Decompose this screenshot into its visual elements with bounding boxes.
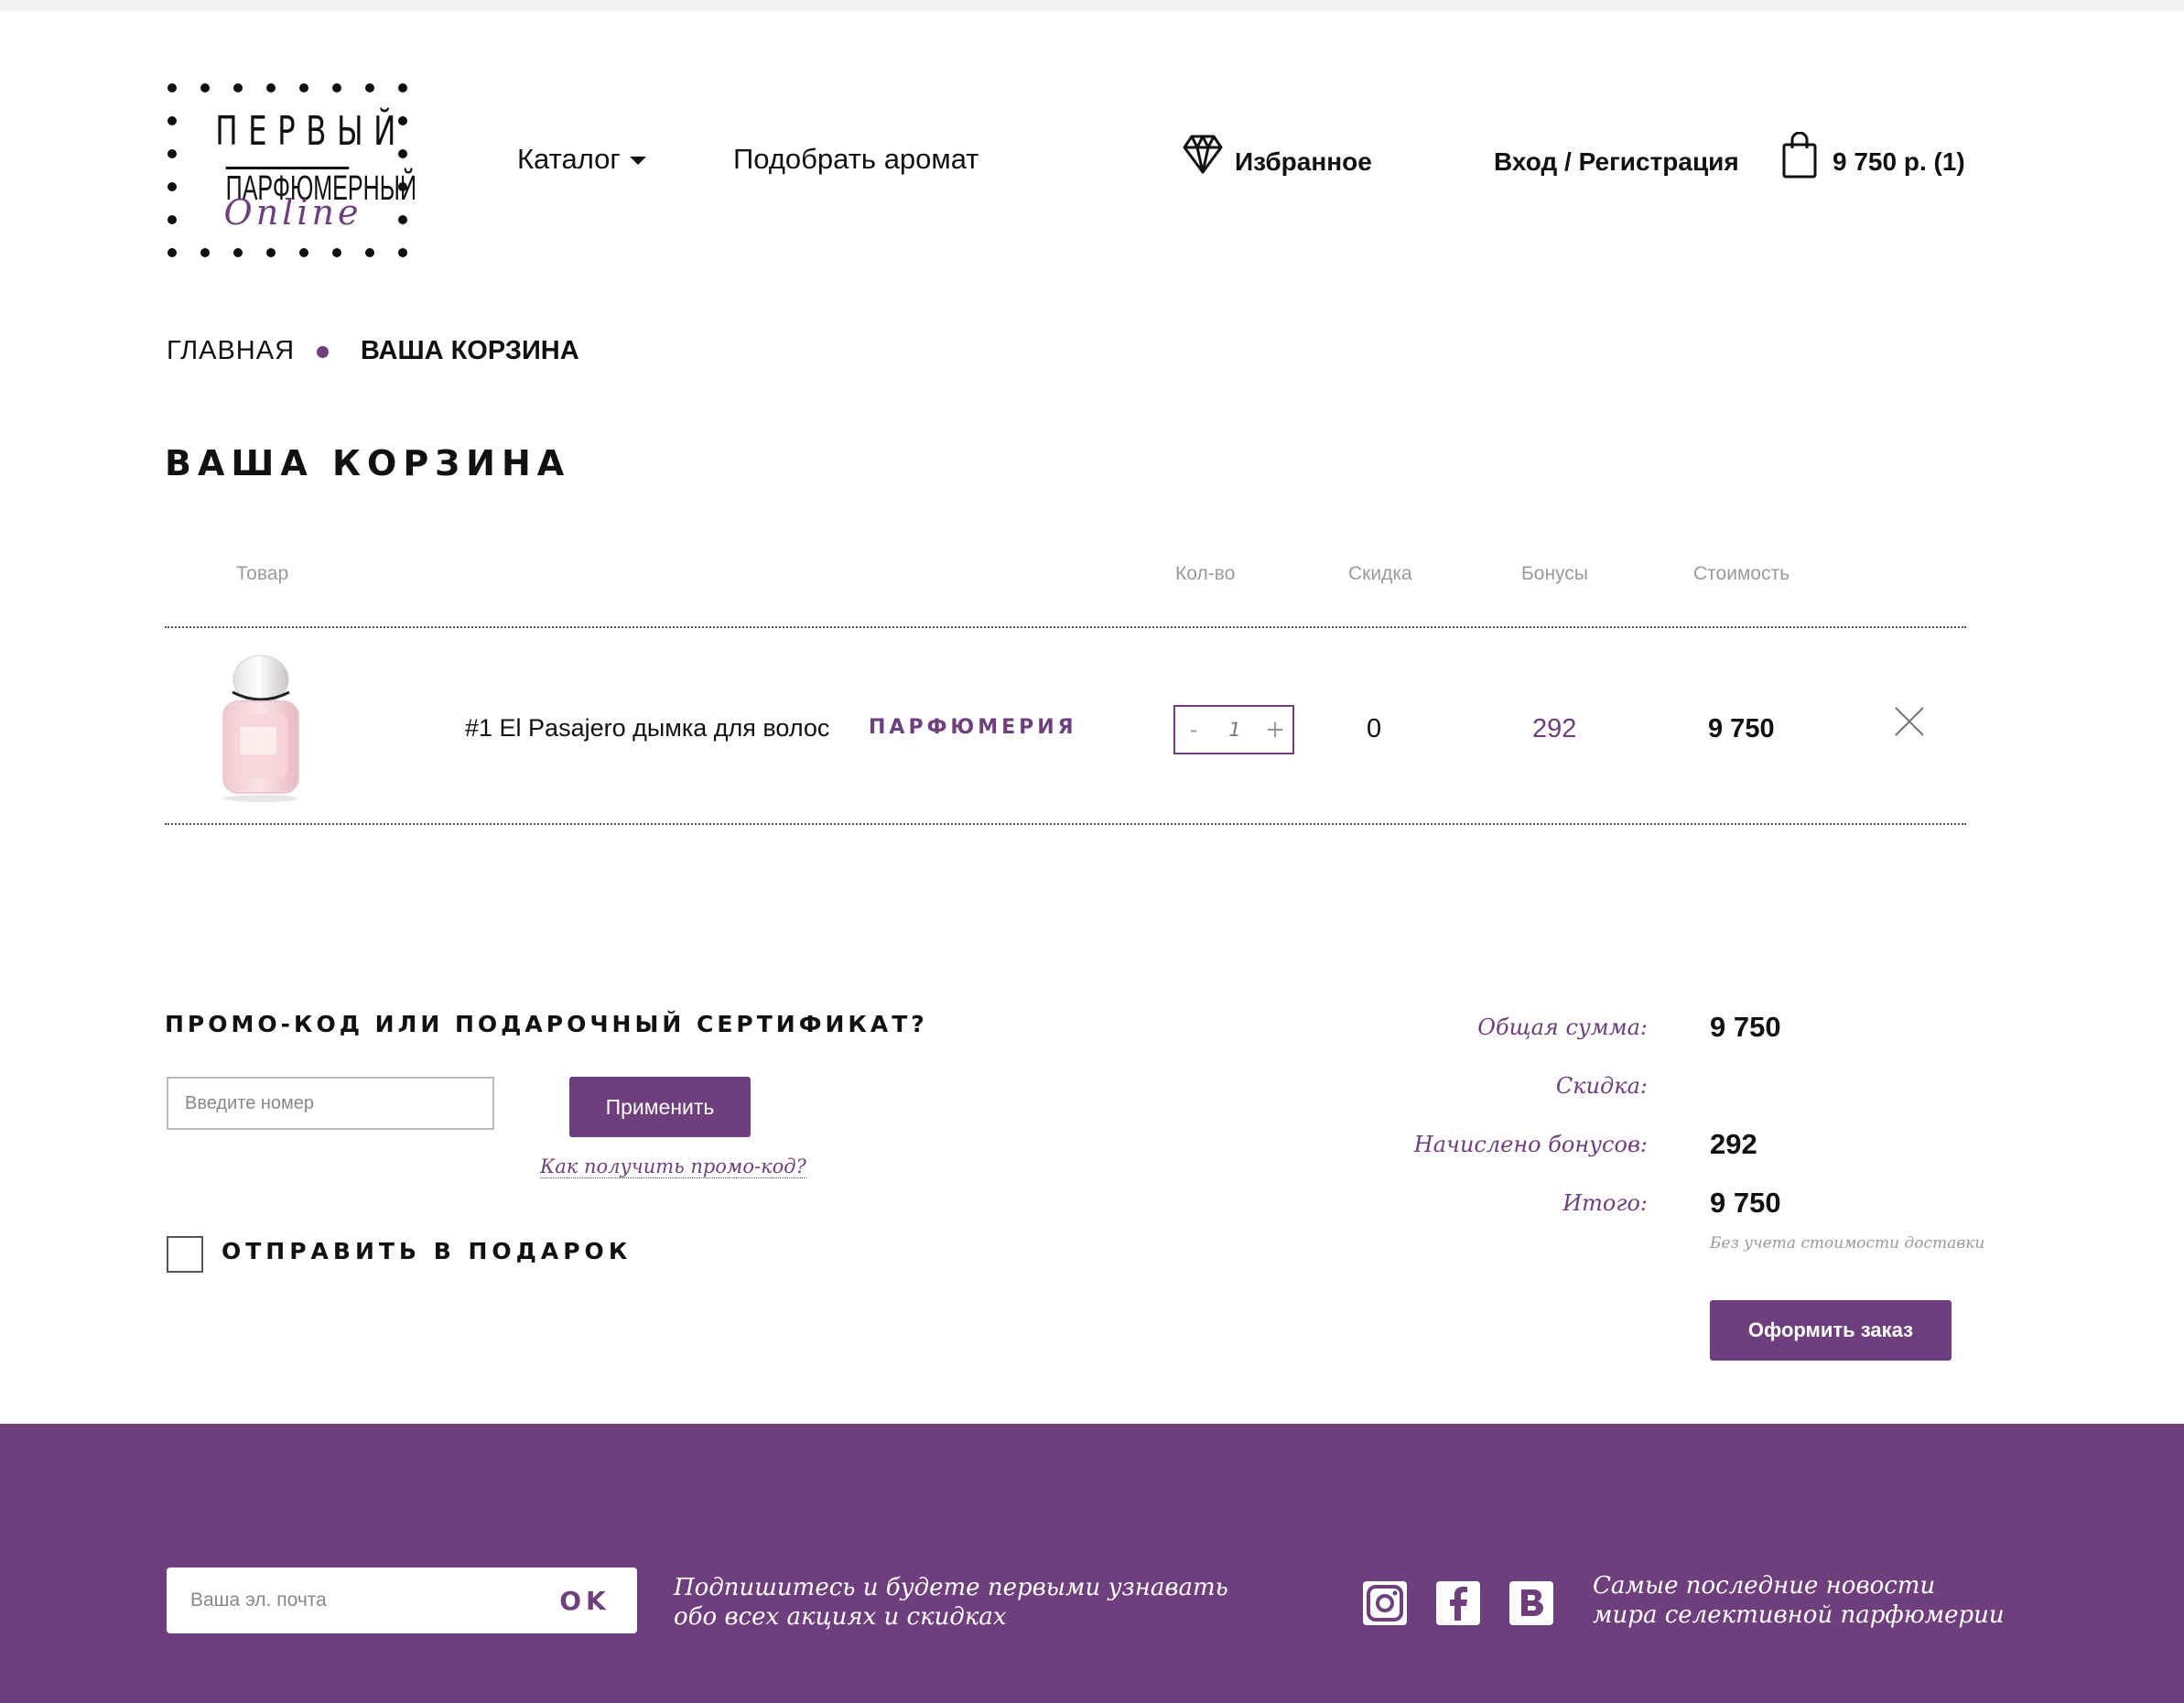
nav-favorites[interactable]: Избранное xyxy=(1235,147,1372,177)
total-label: Общая сумма: xyxy=(1477,1014,1648,1040)
subscribe-form: OK xyxy=(167,1567,637,1633)
delivery-note: Без учета стоимости доставки xyxy=(1710,1234,1985,1253)
page-title: ВАША КОРЗИНА xyxy=(165,443,571,483)
news-text: Самые последние новости мира селективной… xyxy=(1593,1571,2005,1630)
breadcrumb-separator xyxy=(317,346,329,358)
nav-login-register[interactable]: Вход / Регистрация xyxy=(1494,147,1739,177)
vk-icon[interactable] xyxy=(1508,1580,1554,1626)
header-qty: Кол-во xyxy=(1175,563,1236,584)
product-name[interactable]: #1 El Pasajero дымка для волос xyxy=(465,714,829,743)
news-text-line1: Самые последние новости xyxy=(1593,1572,1936,1600)
subscribe-text-line2: обо всех акциях и скидках xyxy=(674,1603,1007,1631)
total-value: 9 750 xyxy=(1710,1011,1781,1043)
row-cost: 9 750 xyxy=(1708,714,1775,743)
header-product: Товар xyxy=(236,563,289,584)
subscribe-email-input[interactable] xyxy=(167,1567,533,1633)
top-strip xyxy=(0,0,2184,11)
final-value: 9 750 xyxy=(1710,1187,1781,1219)
discount-label: Скидка: xyxy=(1555,1073,1648,1099)
nav-catalog-label: Каталог xyxy=(517,143,621,175)
header-cost: Стоимость xyxy=(1693,563,1790,584)
gift-checkbox[interactable] xyxy=(167,1236,203,1273)
cart-count: (1) xyxy=(1933,147,1965,176)
qty-increase-button[interactable]: + xyxy=(1260,707,1291,753)
nav-catalog[interactable]: Каталог xyxy=(517,143,646,176)
table-divider-bottom xyxy=(165,823,1966,825)
diamond-icon[interactable] xyxy=(1181,132,1225,176)
shopping-bag-icon[interactable] xyxy=(1781,131,1818,179)
subscribe-ok-button[interactable]: OK xyxy=(533,1567,637,1633)
facebook-icon[interactable] xyxy=(1435,1580,1481,1626)
instagram-icon[interactable] xyxy=(1362,1580,1408,1626)
nav-pick-aroma[interactable]: Подобрать аромат xyxy=(733,143,978,176)
row-bonuses: 292 xyxy=(1532,714,1577,743)
qty-decrease-button[interactable]: - xyxy=(1181,707,1206,753)
breadcrumb-current: ВАША КОРЗИНА xyxy=(361,336,579,365)
subscribe-text-line1: Подпишитесь и будете первыми узнавать xyxy=(674,1574,1228,1601)
checkout-button[interactable]: Оформить заказ xyxy=(1710,1300,1952,1361)
gift-label: ОТПРАВИТЬ В ПОДАРОК xyxy=(222,1238,632,1264)
footer xyxy=(0,1424,2184,1703)
caret-down-icon xyxy=(629,157,646,166)
breadcrumb-home[interactable]: ГЛАВНАЯ xyxy=(167,336,295,366)
quantity-stepper: - 1 + xyxy=(1173,705,1294,754)
promo-help-link[interactable]: Как получить промо-код? xyxy=(540,1155,806,1178)
product-image[interactable] xyxy=(212,652,309,804)
apply-promo-button[interactable]: Применить xyxy=(569,1077,751,1137)
cart-summary[interactable]: 9 750 р. (1) xyxy=(1833,147,1965,177)
logo-text-online: Online xyxy=(223,192,362,233)
remove-item-button[interactable] xyxy=(1893,705,1926,738)
header-bonuses: Бонусы xyxy=(1521,563,1588,584)
final-label: Итого: xyxy=(1562,1190,1648,1216)
promo-code-input[interactable] xyxy=(167,1077,494,1130)
subscribe-text: Подпишитесь и будете первыми узнавать об… xyxy=(674,1573,1228,1632)
bonus-value: 292 xyxy=(1710,1128,1757,1160)
product-category[interactable]: ПАРФЮМЕРИЯ xyxy=(869,716,1077,739)
header-discount: Скидка xyxy=(1348,563,1412,584)
news-text-line2: мира селективной парфюмерии xyxy=(1593,1601,2005,1629)
close-icon xyxy=(1895,707,1924,736)
site-logo[interactable]: ПЕРВЫЙ ПАРФЮМЕРНЫЙ Online xyxy=(161,81,416,260)
cart-total: 9 750 р. xyxy=(1833,147,1927,176)
logo-text-first: ПЕРВЫЙ xyxy=(215,108,406,155)
bonus-label: Начислено бонусов: xyxy=(1413,1132,1648,1157)
qty-value[interactable]: 1 xyxy=(1212,707,1258,753)
table-divider-top xyxy=(165,626,1966,628)
row-discount: 0 xyxy=(1367,714,1382,743)
promo-title: ПРОМО-КОД ИЛИ ПОДАРОЧНЫЙ СЕРТИФИКАТ? xyxy=(165,1011,928,1037)
